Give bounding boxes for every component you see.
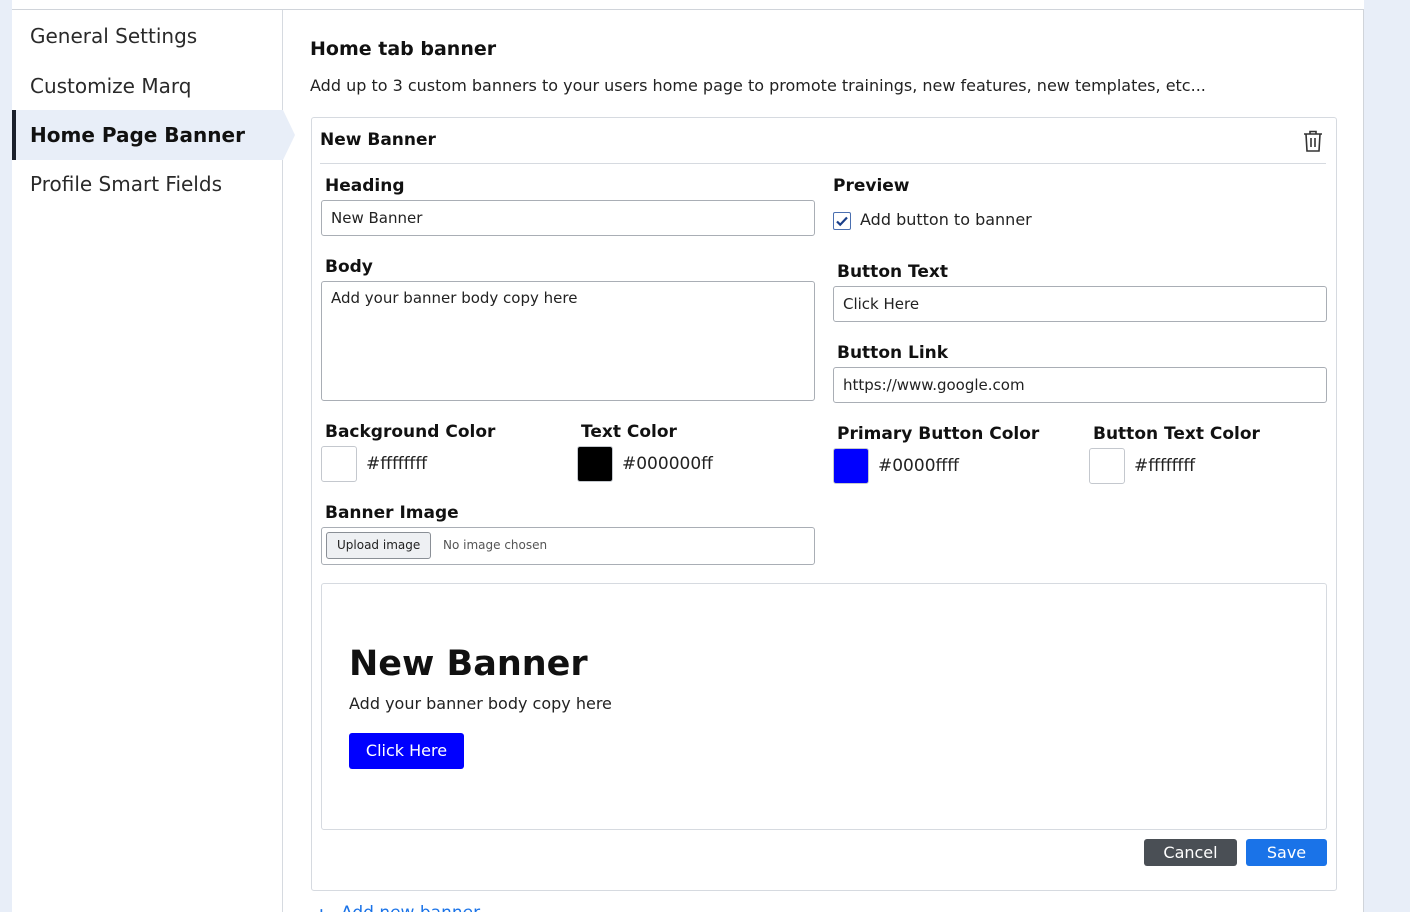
text-color-value: #000000ff (622, 454, 713, 474)
page-title: Home tab banner (310, 38, 497, 60)
sidebar-item-home-page-banner[interactable]: Home Page Banner (12, 110, 283, 160)
plus-icon: + (313, 903, 330, 912)
preview-heading: New Banner (349, 644, 588, 684)
settings-sidebar: General Settings Customize Marq Home Pag… (12, 10, 283, 912)
banner-image-file-input: Upload image No image chosen (321, 527, 815, 565)
button-text-color-label: Button Text Color (1093, 424, 1260, 444)
banner-card-header: New Banner (320, 118, 1326, 164)
heading-input[interactable]: New Banner (321, 200, 815, 236)
preview-body: Add your banner body copy here (349, 694, 612, 713)
body-textarea[interactable]: Add your banner body copy here (321, 281, 815, 401)
banner-image-label: Banner Image (325, 503, 459, 523)
button-link-label: Button Link (837, 343, 949, 363)
cancel-button[interactable]: Cancel (1144, 839, 1237, 866)
preview-label: Preview (833, 176, 910, 196)
banner-card-title: New Banner (320, 130, 436, 150)
preview-cta-button[interactable]: Click Here (349, 733, 464, 769)
main-content: Home tab banner Add up to 3 custom banne… (283, 10, 1363, 912)
add-new-banner-label: Add new banner (313, 903, 480, 912)
text-color-label: Text Color (581, 422, 677, 442)
sidebar-item-general-settings[interactable]: General Settings (12, 11, 283, 61)
primary-button-color-label: Primary Button Color (837, 424, 1040, 444)
button-text-color-value: #ffffffff (1134, 456, 1196, 476)
trash-icon[interactable] (1302, 129, 1324, 153)
add-new-banner-link[interactable]: + Add new banner (313, 903, 480, 912)
primary-button-color-swatch[interactable] (833, 448, 869, 484)
background-color-label: Background Color (325, 422, 496, 442)
upload-image-button[interactable]: Upload image (326, 532, 432, 559)
add-button-checkbox-label: Add button to banner (860, 210, 1032, 229)
button-link-input[interactable]: https://www.google.com (833, 367, 1327, 403)
add-button-checkbox[interactable] (833, 212, 851, 230)
button-text-input[interactable]: Click Here (833, 286, 1327, 322)
button-text-color-swatch[interactable] (1089, 448, 1125, 484)
text-color-swatch[interactable] (577, 446, 613, 482)
sidebar-item-customize-marq[interactable]: Customize Marq (12, 61, 283, 111)
primary-button-color-value: #0000ffff (878, 456, 959, 476)
settings-panel: General Settings Customize Marq Home Pag… (12, 9, 1364, 912)
sidebar-item-profile-smart-fields[interactable]: Profile Smart Fields (12, 159, 283, 209)
file-status-text: No image chosen (443, 538, 548, 552)
banner-card: New Banner Heading New Banner Preview Ad… (311, 117, 1337, 891)
save-button[interactable]: Save (1246, 839, 1327, 866)
background-color-value: #ffffffff (366, 454, 428, 474)
background-color-swatch[interactable] (321, 446, 357, 482)
body-label: Body (325, 257, 373, 277)
banner-preview: New Banner Add your banner body copy her… (321, 583, 1327, 830)
window-left-edge (0, 0, 12, 912)
page-description: Add up to 3 custom banners to your users… (310, 76, 1206, 95)
heading-label: Heading (325, 176, 405, 196)
button-text-label: Button Text (837, 262, 948, 282)
